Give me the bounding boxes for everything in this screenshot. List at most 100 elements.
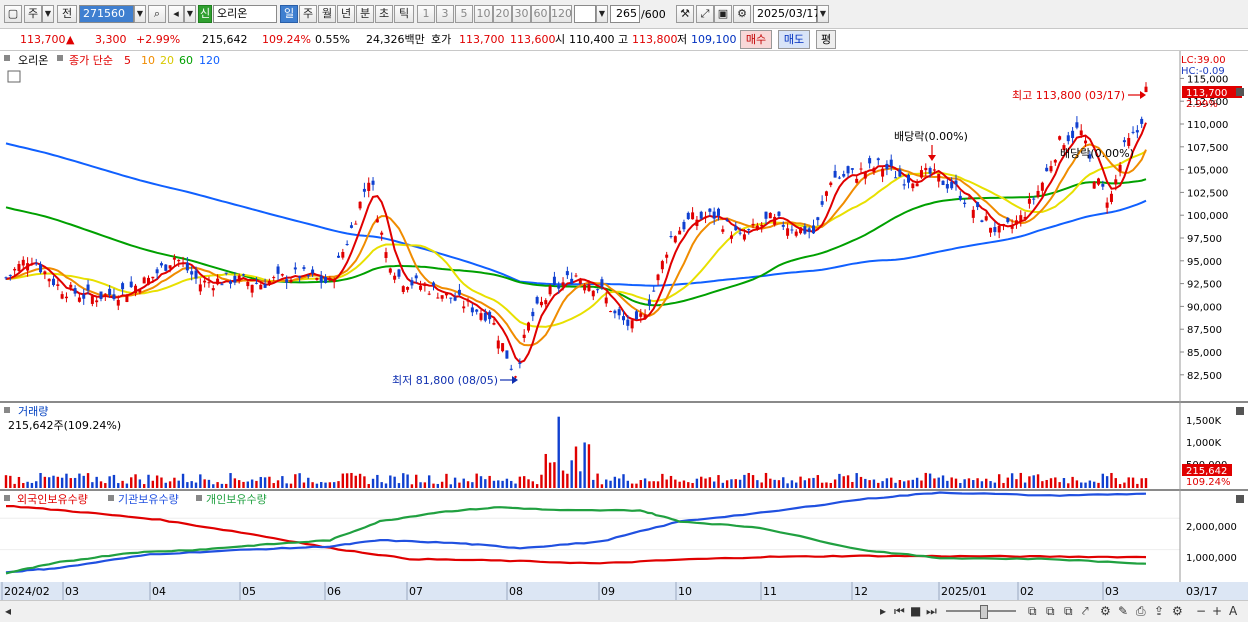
candle-body [704, 216, 708, 219]
volume-bar [294, 474, 297, 488]
tab-week[interactable]: 주 [299, 5, 317, 23]
eval-button[interactable]: 평 [816, 30, 836, 49]
candle-body [250, 284, 254, 293]
candle-body [147, 277, 150, 285]
display-count-input[interactable]: 265 [610, 5, 640, 23]
scroll-right-icon[interactable]: ▸ [880, 604, 886, 618]
volume-bar [1114, 478, 1117, 488]
period-type-select[interactable]: 주 [24, 5, 42, 23]
candle-body [233, 275, 237, 283]
volume-bar [838, 473, 841, 488]
volume-bar [985, 478, 988, 488]
speaker-icon[interactable]: ◂ [168, 5, 184, 23]
custom-interval-input[interactable] [574, 5, 596, 23]
speaker-dropdown-icon[interactable]: ▼ [184, 5, 196, 23]
buy-button[interactable]: 매수 [740, 30, 772, 49]
interval-30[interactable]: 30 [512, 5, 531, 23]
chart-type-icon[interactable]: ⧉ [1028, 604, 1037, 619]
volume-bar [432, 483, 435, 488]
candle-body [600, 279, 604, 287]
candle-body [17, 264, 21, 271]
candle-body [855, 178, 859, 183]
tab-year[interactable]: 년 [337, 5, 355, 23]
price-change: 3,300 [95, 33, 127, 46]
tab-second[interactable]: 초 [375, 5, 393, 23]
pencil-icon[interactable]: ✎ [1118, 604, 1128, 618]
compare-icon[interactable]: ⧉ [1064, 604, 1073, 619]
layout-icon[interactable]: ⧉ [1046, 604, 1055, 619]
candle-body [121, 283, 125, 290]
candle-body [190, 271, 194, 275]
candle-body [578, 279, 582, 284]
font-size-icon[interactable]: A [1229, 604, 1237, 618]
print-icon[interactable]: ⎙ [1136, 604, 1146, 619]
date-dropdown-icon[interactable]: ▼ [817, 5, 829, 23]
settings-icon[interactable]: ⚙ [1172, 604, 1183, 618]
interval-dropdown-icon[interactable]: ▼ [596, 5, 608, 23]
volume-bar [492, 480, 496, 488]
sell-button[interactable]: 매도 [778, 30, 810, 49]
interval-20[interactable]: 20 [493, 5, 512, 23]
volume-bar [950, 477, 953, 488]
stock-name-tag: 오리온 [18, 54, 48, 67]
calculator-icon[interactable] [7, 70, 21, 83]
volume-bar [795, 482, 798, 488]
holdings-close-icon[interactable] [1236, 495, 1244, 503]
code-dropdown-icon[interactable]: ▼ [134, 5, 146, 23]
tab-tick[interactable]: 틱 [394, 5, 414, 23]
save-icon[interactable]: ▣ [714, 5, 732, 23]
interval-1-label: 1 [422, 7, 430, 20]
stop-icon[interactable]: ■ [910, 604, 921, 618]
candle-body [298, 276, 302, 278]
volume-bar [842, 476, 845, 488]
export-icon[interactable]: ⇪ [1154, 604, 1164, 618]
interval-120[interactable]: 120 [550, 5, 572, 23]
holdings-tick-2m: 2,000,000 [1186, 522, 1237, 533]
interval-5[interactable]: 5 [455, 5, 473, 23]
interval-1[interactable]: 1 [417, 5, 435, 23]
legend-handle-icon[interactable] [57, 55, 63, 61]
volume-bar [656, 481, 660, 488]
crosshair-icon[interactable]: ⤢ [696, 5, 714, 23]
panel-handle-icon[interactable] [4, 55, 10, 61]
holdings-handle-icon[interactable] [4, 495, 10, 501]
prev-button[interactable]: 전 [57, 5, 77, 23]
date-input[interactable]: 2025/03/17 [753, 5, 820, 23]
rewind-icon[interactable]: ⏮ [894, 604, 905, 619]
panel-close-icon[interactable] [1236, 88, 1244, 96]
fast-forward-icon[interactable]: ⏭ [926, 604, 937, 619]
tools-icon[interactable]: ⚒ [676, 5, 694, 23]
window-icon[interactable]: ▢ [4, 5, 22, 23]
candle-body [989, 227, 993, 233]
candle-body [13, 268, 17, 271]
tab-month[interactable]: 월 [318, 5, 336, 23]
volume-close-icon[interactable] [1236, 407, 1244, 415]
tab-day[interactable]: 일 [280, 5, 298, 23]
candle-body [371, 180, 375, 185]
candle-body [781, 224, 785, 227]
candle-body [872, 167, 876, 173]
interval-60[interactable]: 60 [531, 5, 550, 23]
chart-area[interactable]: 오리온 종가 단순 5 10 20 60 120 LC:39.00 HC:-0.… [0, 51, 1248, 600]
draw-tool-icon[interactable]: ⤤ [1082, 604, 1089, 619]
zoom-out-icon[interactable]: − [1196, 604, 1206, 618]
volume-bar [142, 484, 146, 488]
scroll-left-icon[interactable]: ◂ [5, 604, 11, 618]
candle-body [311, 269, 315, 274]
chevron-down-icon[interactable]: ▼ [42, 5, 54, 23]
stock-code-input[interactable]: 271560 [79, 5, 134, 23]
stock-name-field[interactable]: 오리온 [213, 5, 277, 23]
tab-minute[interactable]: 분 [356, 5, 374, 23]
search-icon[interactable]: ⌕ [148, 5, 166, 23]
holdings-tick-1m: 1,000,000 [1186, 553, 1237, 564]
zoom-in-icon[interactable]: + [1212, 604, 1222, 618]
settings-tool-icon[interactable]: ⚙ [1100, 604, 1111, 618]
interval-10[interactable]: 10 [474, 5, 493, 23]
gear-icon[interactable]: ⚙ [733, 5, 751, 23]
volume-bar [734, 479, 737, 488]
interval-3[interactable]: 3 [436, 5, 454, 23]
volume-handle-icon[interactable] [4, 407, 10, 413]
zoom-slider-thumb[interactable] [980, 605, 988, 619]
display-count-value: 265 [616, 7, 637, 20]
volume-bar [579, 471, 582, 488]
